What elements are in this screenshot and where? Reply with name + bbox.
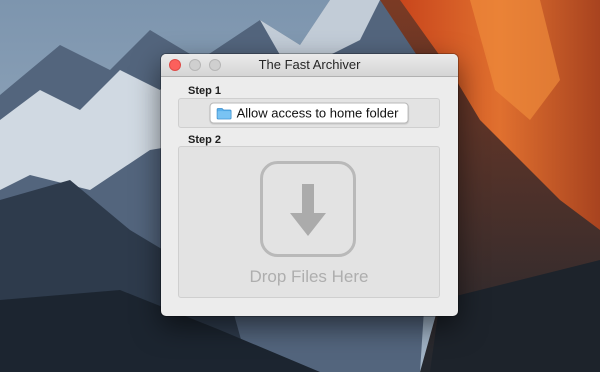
download-arrow-icon xyxy=(260,161,356,257)
drop-files-text: Drop Files Here xyxy=(249,267,369,286)
step1-panel: Allow access to home folder xyxy=(178,98,440,128)
step1-label: Step 1 xyxy=(188,85,222,97)
title-bar[interactable]: The Fast Archiver xyxy=(161,54,458,77)
allow-home-folder-button[interactable]: Allow access to home folder xyxy=(209,102,409,124)
drop-zone[interactable]: Drop Files Here xyxy=(178,146,440,298)
allow-home-folder-label: Allow access to home folder xyxy=(236,105,399,121)
app-window: The Fast Archiver Step 1 Allow access to… xyxy=(161,54,458,316)
window-title: The Fast Archiver xyxy=(258,57,361,72)
desktop: The Fast Archiver Step 1 Allow access to… xyxy=(0,0,600,372)
folder-icon xyxy=(216,107,232,119)
step2-label: Step 2 xyxy=(188,134,222,146)
